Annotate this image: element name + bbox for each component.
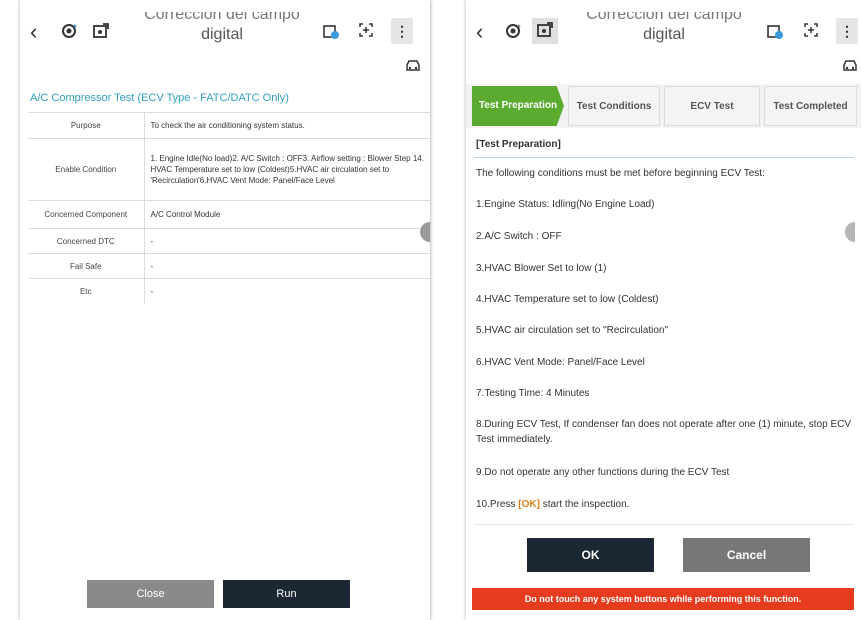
- screen-title: Correccion del campo digital: [574, 12, 754, 45]
- diagnostic-gear-icon[interactable]: [504, 22, 522, 45]
- press-prefix: 10.Press: [476, 499, 519, 510]
- vehicle-screen-icon[interactable]: [532, 18, 558, 44]
- test-info-table: Purpose To check the air conditioning sy…: [28, 112, 430, 304]
- warning-banner: Do not touch any system buttons while pe…: [472, 588, 854, 610]
- vehicle-screen-icon[interactable]: [92, 22, 110, 45]
- screen-title-text: digital: [201, 26, 243, 43]
- row-value: -: [144, 278, 430, 304]
- top-bar: ‹ Correccion del campo digital ⋮: [20, 0, 430, 58]
- battery-icon[interactable]: [322, 22, 340, 45]
- tab-test-preparation[interactable]: Test Preparation: [472, 86, 564, 126]
- condition-item: 5.HVAC air circulation set to "Recircula…: [476, 325, 668, 336]
- table-row: Purpose To check the air conditioning sy…: [28, 112, 430, 139]
- back-icon[interactable]: ‹: [30, 21, 37, 43]
- more-menu-icon[interactable]: ⋮: [391, 18, 413, 44]
- back-icon[interactable]: ‹: [476, 21, 483, 43]
- screen-title-partial: Correccion del campo: [144, 12, 300, 23]
- cancel-button[interactable]: Cancel: [683, 538, 810, 572]
- row-value: To check the air conditioning system sta…: [144, 112, 430, 139]
- row-label: Purpose: [28, 112, 145, 139]
- row-value: 1. Engine Idle(No load)2. A/C Switch : O…: [144, 138, 430, 201]
- press-suffix: start the inspection.: [539, 499, 630, 510]
- diagnostic-gear-icon[interactable]: [60, 22, 78, 45]
- screen-title-text: digital: [643, 26, 685, 43]
- section-title: [Test Preparation]: [476, 139, 561, 150]
- run-button[interactable]: Run: [223, 580, 350, 608]
- row-value: -: [144, 228, 430, 254]
- battery-icon[interactable]: [766, 22, 784, 45]
- row-label: Enable Condition: [28, 138, 145, 201]
- screen-title: Correccion del campo digital: [132, 12, 312, 45]
- table-row: Enable Condition 1. Engine Idle(No load)…: [28, 138, 430, 201]
- condition-item: 8.During ECV Test, If condenser fan does…: [476, 419, 852, 445]
- condition-item: 3.HVAC Blower Set to low (1): [476, 263, 607, 274]
- table-row: Concerned Component A/C Control Module: [28, 200, 430, 229]
- left-screen: ‹ Correccion del campo digital ⋮ A/C Com…: [20, 0, 430, 620]
- table-row: Concerned DTC -: [28, 228, 430, 254]
- table-row: Etc -: [28, 278, 430, 304]
- intro-text: The following conditions must be met bef…: [476, 168, 765, 179]
- capture-icon[interactable]: [803, 22, 819, 43]
- condition-item: 4.HVAC Temperature set to low (Coldest): [476, 294, 659, 305]
- car-icon[interactable]: [841, 58, 859, 78]
- tab-ecv-test[interactable]: ECV Test: [664, 86, 760, 126]
- tab-test-conditions[interactable]: Test Conditions: [568, 86, 660, 126]
- condition-item: 2.A/C Switch : OFF: [476, 231, 562, 242]
- press-ok-instruction: 10.Press [OK] start the inspection.: [476, 497, 854, 512]
- row-value: A/C Control Module: [144, 200, 430, 229]
- section-divider: [474, 157, 854, 158]
- row-label: Concerned DTC: [28, 228, 145, 254]
- condition-item: 6.HVAC Vent Mode: Panel/Face Level: [476, 357, 645, 368]
- ok-button[interactable]: OK: [527, 538, 654, 572]
- row-label: Fail Safe: [28, 253, 145, 279]
- row-label: Etc: [28, 278, 145, 304]
- row-value: -: [144, 253, 430, 279]
- screen-title-partial: Correccion del campo: [586, 12, 742, 23]
- condition-item: 1.Engine Status: Idling(No Engine Load): [476, 199, 655, 210]
- right-screen: ‹ Correccion del campo digital ⋮ Test Pr…: [466, 0, 861, 620]
- condition-item: 9.Do not operate any other functions dur…: [476, 467, 730, 478]
- capture-icon[interactable]: [358, 22, 374, 43]
- close-button[interactable]: Close: [87, 580, 214, 608]
- condition-item: 7.Testing Time: 4 Minutes: [476, 388, 590, 399]
- car-icon[interactable]: [404, 58, 422, 78]
- more-menu-icon[interactable]: ⋮: [836, 18, 858, 44]
- test-heading: A/C Compressor Test (ECV Type - FATC/DAT…: [30, 92, 289, 104]
- row-label: Concerned Component: [28, 200, 145, 229]
- table-row: Fail Safe -: [28, 253, 430, 279]
- ok-highlight: [OK]: [518, 499, 540, 510]
- tab-test-completed[interactable]: Test Completed: [764, 86, 857, 126]
- footer-divider: [474, 524, 854, 525]
- top-bar: ‹ Correccion del campo digital ⋮: [466, 0, 861, 58]
